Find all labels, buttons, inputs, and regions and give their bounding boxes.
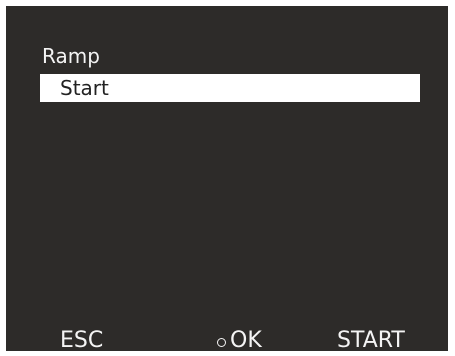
ok-softkey[interactable]: OK (217, 328, 262, 354)
circle-icon (217, 337, 226, 347)
menu-item-label: Start (60, 76, 109, 100)
start-softkey[interactable]: START (337, 328, 405, 354)
menu-item-start[interactable]: Start (40, 74, 420, 102)
menu-title: Ramp (42, 44, 100, 68)
esc-softkey[interactable]: ESC (60, 328, 103, 354)
ok-label: OK (230, 328, 262, 353)
start-label: START (337, 328, 405, 353)
device-screen: Ramp Start ESC OK START (6, 6, 448, 354)
esc-label: ESC (60, 328, 104, 353)
